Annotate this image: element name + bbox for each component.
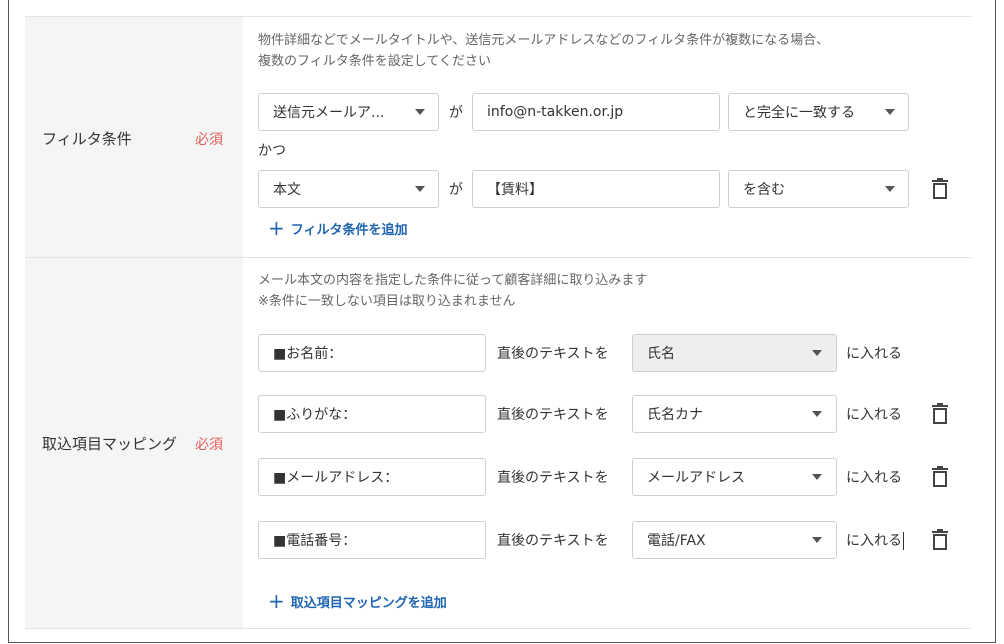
- filter-required-badge: 必須: [195, 132, 223, 148]
- chevron-down-icon: [415, 186, 425, 192]
- mapping-required-badge: 必須: [195, 437, 223, 453]
- mapping-keyword-input[interactable]: ■メールアドレス：: [258, 458, 486, 496]
- mapping-middle-text: 直後のテキストを: [497, 407, 609, 423]
- mapping-middle-text: 直後のテキストを: [497, 533, 609, 549]
- mapping-middle-text: 直後のテキストを: [497, 470, 609, 486]
- trash-icon[interactable]: [931, 529, 949, 551]
- add-mapping-link[interactable]: + 取込項目マッピングを追加: [268, 591, 447, 611]
- filter-value-input[interactable]: info@n-takken.or.jp: [472, 93, 720, 131]
- trash-icon[interactable]: [931, 466, 949, 488]
- mapping-suffix-text: に入れる: [846, 346, 902, 362]
- filter-field-label: フィルタ条件: [42, 130, 132, 148]
- chevron-down-icon: [415, 109, 425, 115]
- mapping-target-select[interactable]: 氏名カナ: [632, 395, 837, 433]
- mapping-suffix-text: に入れる: [846, 407, 902, 423]
- filter-value-input[interactable]: 【賃料】: [472, 170, 720, 208]
- plus-icon: +: [268, 589, 285, 613]
- mapping-keyword-input[interactable]: ■電話番号：: [258, 521, 486, 559]
- filter-particle: が: [449, 182, 463, 198]
- chevron-down-icon: [812, 537, 822, 543]
- plus-icon: +: [268, 216, 285, 240]
- chevron-down-icon: [885, 186, 895, 192]
- mapping-middle-text: 直後のテキストを: [497, 346, 609, 362]
- trash-icon[interactable]: [931, 403, 949, 425]
- chevron-down-icon: [812, 474, 822, 480]
- mapping-field-label: 取込項目マッピング: [42, 435, 178, 453]
- filter-field-select[interactable]: 本文: [258, 170, 439, 208]
- filter-operator-select[interactable]: と完全に一致する: [728, 93, 909, 131]
- filter-operator-select[interactable]: を含む: [728, 170, 909, 208]
- mapping-target-select[interactable]: 氏名: [632, 334, 837, 372]
- chevron-down-icon: [812, 411, 822, 417]
- filter-conjunction: かつ: [258, 143, 286, 159]
- filter-description: 物件詳細などでメールタイトルや、送信元メールアドレスなどのフィルタ条件が複数にな…: [258, 33, 830, 69]
- mapping-description: メール本文の内容を指定した条件に従って顧客詳細に取り込みます ※条件に一致しない…: [258, 273, 648, 309]
- filter-field-select[interactable]: 送信元メールア...: [258, 93, 439, 131]
- trash-icon[interactable]: [931, 178, 949, 200]
- chevron-down-icon: [885, 109, 895, 115]
- mapping-target-select[interactable]: メールアドレス: [632, 458, 837, 496]
- mapping-keyword-input[interactable]: ■ふりがな：: [258, 395, 486, 433]
- text-cursor: [903, 532, 904, 550]
- chevron-down-icon: [812, 350, 822, 356]
- mapping-target-select[interactable]: 電話/FAX: [632, 521, 837, 559]
- mapping-suffix-text: に入れる: [846, 470, 902, 486]
- mapping-keyword-input[interactable]: ■お名前：: [258, 334, 486, 372]
- mapping-content-cell: [243, 258, 971, 628]
- mapping-suffix-text: に入れる: [846, 532, 904, 550]
- filter-particle: が: [449, 105, 463, 121]
- add-filter-condition-link[interactable]: + フィルタ条件を追加: [268, 218, 408, 238]
